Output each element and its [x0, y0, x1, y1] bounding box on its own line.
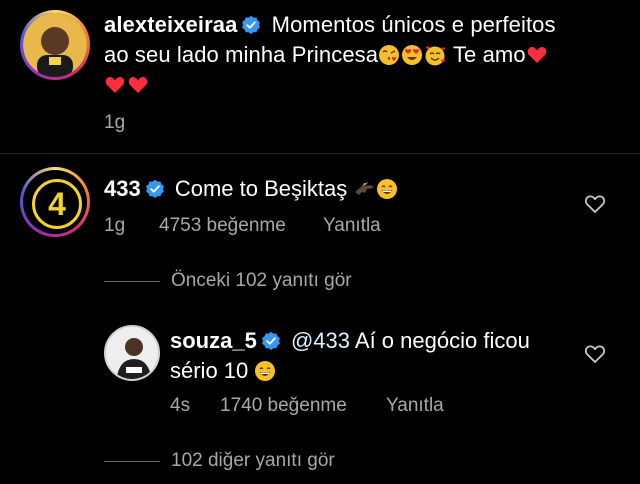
- smiling-hearts-icon: [425, 46, 446, 66]
- red-heart-icon: [105, 77, 125, 93]
- reply-mention-link[interactable]: @433: [291, 328, 350, 353]
- heart-eyes-icon: [402, 45, 423, 65]
- caption-text-line1: Momentos únicos e perfeitos: [271, 12, 556, 37]
- reply-text-part2: sério 10: [170, 358, 249, 383]
- verified-badge-icon: [145, 179, 164, 198]
- eagle-icon: [355, 182, 375, 195]
- reply-avatar[interactable]: [104, 325, 160, 381]
- view-more-rule: [104, 461, 160, 462]
- reply-reply-button[interactable]: Yanıtla: [386, 395, 444, 417]
- like-heart-icon[interactable]: [584, 344, 606, 364]
- caption-avatar-photo: [23, 13, 87, 77]
- verified-badge-icon: [261, 331, 280, 350]
- verified-badge-icon: [242, 15, 261, 35]
- comment-time: 1g: [104, 215, 126, 236]
- comment-likes[interactable]: 4753 beğenme: [159, 215, 286, 237]
- reply-username[interactable]: souza_5: [170, 328, 257, 353]
- comment-avatar: 4: [23, 170, 87, 234]
- comment-avatar-text: 4: [48, 186, 66, 222]
- caption-avatar: [23, 13, 87, 77]
- caption-username[interactable]: alexteixeiraa: [104, 12, 237, 37]
- reply-avatar-photo: [106, 327, 158, 379]
- reply-text-block: souza_5 @433 Aí o negócio ficou sério 10: [170, 326, 580, 386]
- view-previous-replies-link[interactable]: Önceki 102 yanıtı gör: [171, 270, 352, 292]
- like-heart-icon[interactable]: [584, 194, 606, 214]
- caption-time: 1g: [104, 112, 126, 133]
- comment-username[interactable]: 433: [104, 176, 141, 201]
- caption-text-end: Te amo: [452, 42, 526, 67]
- view-more-replies-link[interactable]: 102 diğer yanıtı gör: [171, 450, 335, 472]
- grin-face-icon: [255, 361, 276, 381]
- comment-text: Come to Beşiktaş: [174, 176, 348, 201]
- caption-divider: [0, 153, 640, 154]
- reply-time: 4s: [170, 395, 191, 416]
- comment-avatar-ring[interactable]: 4: [20, 167, 90, 237]
- grin-face-icon: [377, 179, 398, 199]
- reply-likes[interactable]: 1740 beğenme: [220, 395, 347, 417]
- caption-text-block: alexteixeiraa Momentos únicos e perfeito…: [104, 10, 624, 100]
- reply-text-part1: Aí o negócio ficou: [354, 328, 530, 353]
- kiss-face-icon: [379, 45, 400, 65]
- comment-reply-button[interactable]: Yanıtla: [323, 215, 381, 237]
- caption-avatar-ring[interactable]: [20, 10, 90, 80]
- comment-text-block: 433 Come to Beşiktaş: [104, 174, 574, 204]
- red-heart-icon: [128, 77, 148, 93]
- caption-text-line2: ao seu lado minha Princesa: [104, 42, 379, 67]
- view-previous-rule: [104, 281, 160, 282]
- red-heart-icon: [527, 47, 546, 63]
- comment-avatar-badge: 4: [32, 179, 82, 229]
